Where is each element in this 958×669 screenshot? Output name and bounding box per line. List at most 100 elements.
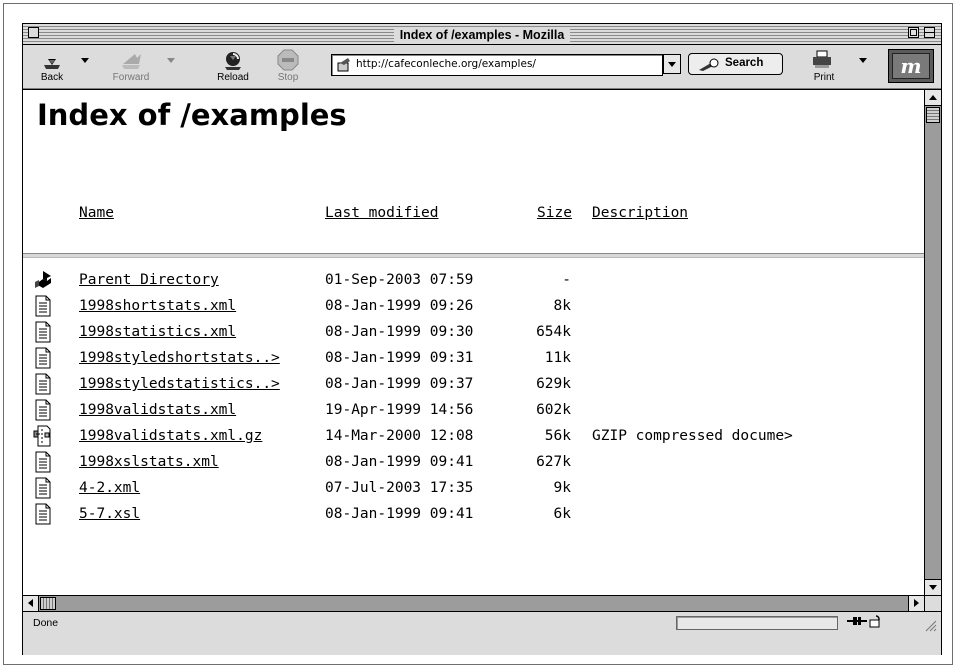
text-file-icon[interactable] xyxy=(33,451,53,473)
column-header-name[interactable]: Name xyxy=(79,205,114,221)
size-cell: 654k xyxy=(536,324,571,340)
reload-button[interactable]: Reload xyxy=(209,48,257,86)
print-label: Print xyxy=(813,72,835,83)
forward-label: Forward xyxy=(112,72,150,83)
print-dropdown[interactable] xyxy=(859,58,867,63)
file-link[interactable]: 1998xslstats.xml xyxy=(79,454,219,470)
vertical-scroll-thumb[interactable] xyxy=(926,107,940,123)
listing-row: Parent Directory 01-Sep-2003 07:59 - xyxy=(23,269,924,295)
column-header-description[interactable]: Description xyxy=(592,205,688,221)
stop-icon xyxy=(277,49,299,71)
size-cell: - xyxy=(562,272,571,288)
online-status-icon[interactable] xyxy=(847,614,867,628)
listing-row: 1998shortstats.xml 08-Jan-1999 09:26 8k xyxy=(23,295,924,321)
last-modified-cell: 08-Jan-1999 09:41 xyxy=(325,506,474,522)
file-link[interactable]: 5-7.xsl xyxy=(79,506,140,522)
browser-window: Index of /examples - Mozilla Back Forwar… xyxy=(22,23,942,655)
column-header-size[interactable]: Size xyxy=(537,205,572,221)
last-modified-cell: 08-Jan-1999 09:26 xyxy=(325,298,474,314)
resize-grip-icon[interactable] xyxy=(921,616,937,632)
size-cell: 6k xyxy=(553,506,571,522)
back-button[interactable]: Back xyxy=(31,48,73,86)
scroll-up-arrow[interactable] xyxy=(925,90,941,106)
size-cell: 8k xyxy=(553,298,571,314)
last-modified-cell: 08-Jan-1999 09:31 xyxy=(325,350,474,366)
size-cell: 11k xyxy=(544,350,571,366)
file-link[interactable]: 1998styledshortstats..> xyxy=(79,350,280,366)
compressed-file-icon[interactable] xyxy=(33,425,53,447)
back-label: Back xyxy=(40,72,64,83)
scroll-down-arrow[interactable] xyxy=(925,579,941,595)
scroll-left-arrow[interactable] xyxy=(23,596,39,611)
text-file-icon[interactable] xyxy=(33,503,53,525)
file-link[interactable]: 1998validstats.xml xyxy=(79,402,236,418)
text-file-icon[interactable] xyxy=(33,321,53,343)
last-modified-cell: 08-Jan-1999 09:37 xyxy=(325,376,474,392)
last-modified-cell: 08-Jan-1999 09:41 xyxy=(325,454,474,470)
listing-row: 1998xslstats.xml 08-Jan-1999 09:41 627k xyxy=(23,451,924,477)
search-icon xyxy=(699,58,719,71)
text-file-icon[interactable] xyxy=(33,347,53,369)
horizontal-scroll-thumb[interactable] xyxy=(40,597,56,610)
listing-row: 1998validstats.xml.gz 14-Mar-2000 12:08 56… xyxy=(23,425,924,451)
forward-history-dropdown[interactable] xyxy=(167,58,175,63)
scrollbar-corner xyxy=(924,595,941,611)
file-link[interactable]: 1998styledstatistics..> xyxy=(79,376,280,392)
stop-label: Stop xyxy=(277,72,299,83)
file-link[interactable]: 4-2.xml xyxy=(79,480,140,496)
last-modified-cell: 14-Mar-2000 12:08 xyxy=(325,428,474,444)
mozilla-logo-mark: m xyxy=(892,53,930,79)
listing-row: 4-2.xml 07-Jul-2003 17:35 9k xyxy=(23,477,924,503)
status-bar: Done xyxy=(23,611,941,655)
back-arrow-icon xyxy=(44,51,60,69)
mozilla-logo[interactable]: m xyxy=(888,49,934,83)
print-button[interactable]: Print xyxy=(801,48,847,86)
file-link[interactable]: 1998shortstats.xml xyxy=(79,298,236,314)
reload-label: Reload xyxy=(217,72,249,83)
title-bar[interactable]: Index of /examples - Mozilla xyxy=(23,24,941,45)
text-file-icon[interactable] xyxy=(33,477,53,499)
vertical-scrollbar[interactable] xyxy=(924,89,941,595)
zoom-box[interactable] xyxy=(908,27,919,38)
progress-meter xyxy=(676,616,838,630)
file-link[interactable]: Parent Directory xyxy=(79,272,219,288)
size-cell: 627k xyxy=(536,454,571,470)
forward-button[interactable]: Forward xyxy=(103,48,159,86)
scroll-right-arrow[interactable] xyxy=(908,596,924,611)
stop-button[interactable]: Stop xyxy=(267,48,309,86)
header-rule xyxy=(23,253,924,258)
url-text[interactable]: http://cafeconleche.org/examples/ xyxy=(356,58,536,70)
listing-row: 1998styledshortstats..> 08-Jan-1999 09:31… xyxy=(23,347,924,373)
page-content: Index of /examples Name Last modified Si… xyxy=(23,89,924,596)
printer-icon xyxy=(813,50,831,68)
page-title: Index of /examples xyxy=(37,98,347,132)
listing-row: 1998validstats.xml 19-Apr-1999 14:56 602k xyxy=(23,399,924,425)
text-file-icon[interactable] xyxy=(33,295,53,317)
url-history-dropdown[interactable] xyxy=(663,54,681,74)
file-link[interactable]: 1998statistics.xml xyxy=(79,324,236,340)
page-proxy-icon xyxy=(337,58,350,72)
listing-row: 1998styledstatistics..> 08-Jan-1999 09:37… xyxy=(23,373,924,399)
text-file-icon[interactable] xyxy=(33,399,53,421)
description-cell: GZIP compressed docume> xyxy=(592,428,793,444)
size-cell: 56k xyxy=(544,428,571,444)
horizontal-scrollbar[interactable] xyxy=(23,595,924,611)
window-title: Index of /examples - Mozilla xyxy=(393,27,571,43)
listing-row: 1998statistics.xml 08-Jan-1999 09:30 654k xyxy=(23,321,924,347)
collapse-box[interactable] xyxy=(924,27,935,38)
column-header-last-modified[interactable]: Last modified xyxy=(325,205,439,221)
search-button[interactable]: Search xyxy=(688,53,783,75)
file-link[interactable]: 1998validstats.xml.gz xyxy=(79,428,262,444)
last-modified-cell: 08-Jan-1999 09:30 xyxy=(325,324,474,340)
forward-arrow-icon xyxy=(122,54,141,69)
size-cell: 9k xyxy=(553,480,571,496)
navigation-toolbar: Back Forward Reload Stop http://cafeconl… xyxy=(23,45,941,89)
parent-dir-icon[interactable] xyxy=(33,269,53,291)
security-lock-icon[interactable] xyxy=(869,614,883,628)
url-field[interactable]: http://cafeconleche.org/examples/ xyxy=(331,54,663,76)
reload-icon xyxy=(225,52,241,70)
back-history-dropdown[interactable] xyxy=(81,58,89,63)
status-text: Done xyxy=(33,617,59,629)
search-label: Search xyxy=(725,57,764,69)
text-file-icon[interactable] xyxy=(33,373,53,395)
